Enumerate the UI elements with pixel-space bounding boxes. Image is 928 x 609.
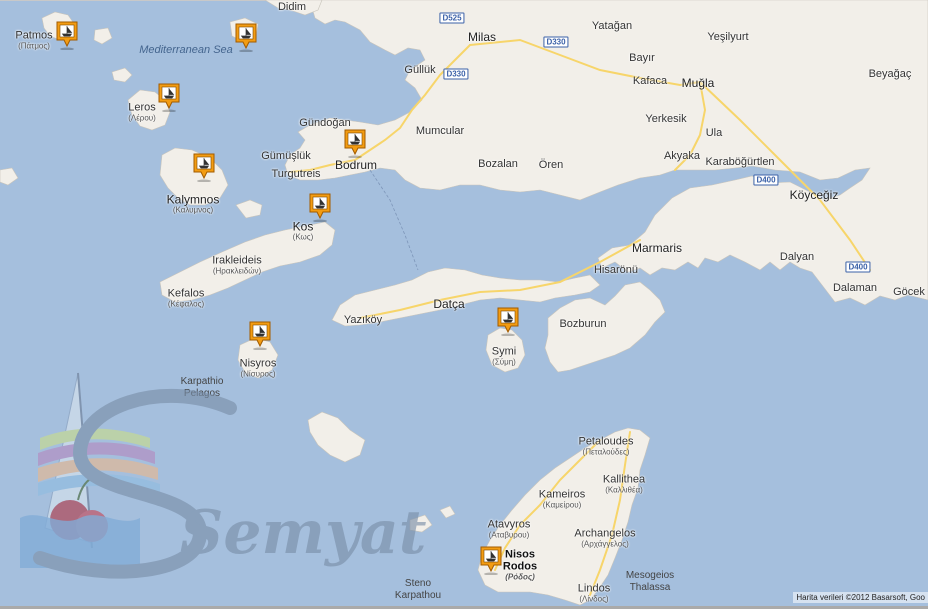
map-marker-leros[interactable] [157, 82, 181, 112]
road-shield-d330-south: D330 [443, 68, 469, 80]
road-shield-d525: D525 [439, 12, 465, 24]
map-marker-kalymnos[interactable] [192, 152, 216, 182]
land-west-islet [0, 167, 19, 186]
map-marker-nisyros[interactable] [248, 320, 272, 350]
map-canvas[interactable]: Mediterranean Sea Karpathio Pelagos Sten… [0, 0, 928, 609]
map-attribution: Harita verileri ©2012 Basarsoft, Goo [793, 592, 928, 603]
land-lipsi [111, 67, 133, 83]
yacht-icon [309, 193, 331, 222]
map-land-layer [0, 0, 928, 606]
road-shield-d400-north: D400 [753, 174, 779, 186]
yacht-icon [344, 129, 366, 158]
yacht-icon [480, 546, 502, 575]
land-pserimos [235, 199, 263, 219]
yacht-icon [497, 307, 519, 336]
map-marker-patmos[interactable] [55, 20, 79, 50]
map-marker-rodos[interactable] [479, 545, 503, 575]
road-shield-d400-south: D400 [845, 261, 871, 273]
map-marker-agathonisi[interactable] [234, 22, 258, 52]
map-marker-bodrum[interactable] [343, 128, 367, 158]
land-tilos [307, 411, 366, 463]
yacht-icon [249, 321, 271, 350]
land-alimia [439, 505, 456, 519]
land-rhodes [477, 427, 651, 606]
yacht-icon [235, 23, 257, 52]
land-kos [159, 221, 336, 303]
yacht-icon [193, 153, 215, 182]
ferry-route [369, 169, 419, 271]
yacht-icon [56, 21, 78, 50]
map-marker-kos[interactable] [308, 192, 332, 222]
land-chalki [409, 514, 433, 533]
road-shield-d330-north: D330 [543, 36, 569, 48]
land-arki [93, 27, 113, 45]
yacht-icon [158, 83, 180, 112]
map-marker-symi[interactable] [496, 306, 520, 336]
